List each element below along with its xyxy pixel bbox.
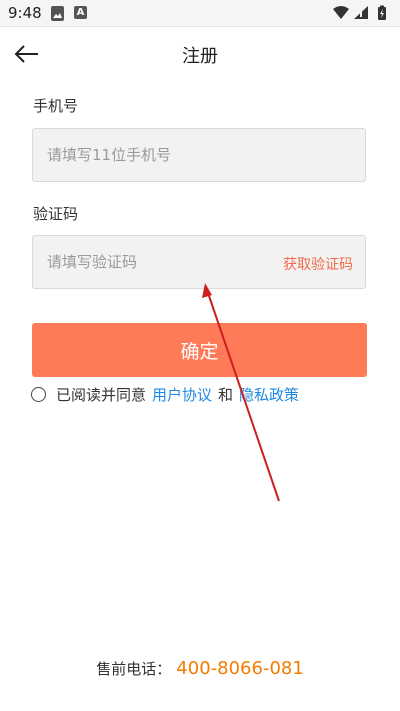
status-time: 9:48 <box>8 4 42 22</box>
code-field[interactable]: 获取验证码 <box>32 235 366 289</box>
header: 注册 <box>0 27 400 83</box>
footer: 售前电话： 400-8066-081 <box>0 658 400 679</box>
status-bar: 9:48 A <box>0 0 400 27</box>
code-label: 验证码 <box>33 205 79 223</box>
agreement-row: 已阅读并同意 用户协议 和 隐私政策 <box>31 383 299 405</box>
agreement-conjunction: 和 <box>218 385 234 404</box>
phone-input[interactable] <box>47 129 267 181</box>
agreement-prefix: 已阅读并同意 <box>56 385 147 404</box>
footer-label: 售前电话： <box>96 660 172 678</box>
user-agreement-link[interactable]: 用户协议 <box>152 384 212 405</box>
wifi-icon <box>333 6 349 19</box>
phone-field[interactable] <box>32 128 366 182</box>
font-icon: A <box>74 6 87 19</box>
gallery-icon <box>51 6 64 21</box>
confirm-button[interactable]: 确定 <box>32 323 367 377</box>
signal-icon <box>354 6 368 19</box>
battery-icon <box>378 5 386 20</box>
code-input[interactable] <box>47 236 267 288</box>
page-title: 注册 <box>182 46 218 67</box>
privacy-policy-link[interactable]: 隐私政策 <box>239 384 299 405</box>
agreement-radio[interactable] <box>31 386 46 402</box>
register-screen: 9:48 A 注册 手机号 请填写11位手机号 验证码 请填写验证码 获取验证码… <box>0 0 400 711</box>
phone-label: 手机号 <box>33 97 79 115</box>
status-right-icons <box>332 5 392 21</box>
sales-phone-number[interactable]: 400-8066-081 <box>176 658 304 679</box>
get-code-button[interactable]: 获取验证码 <box>283 254 353 274</box>
